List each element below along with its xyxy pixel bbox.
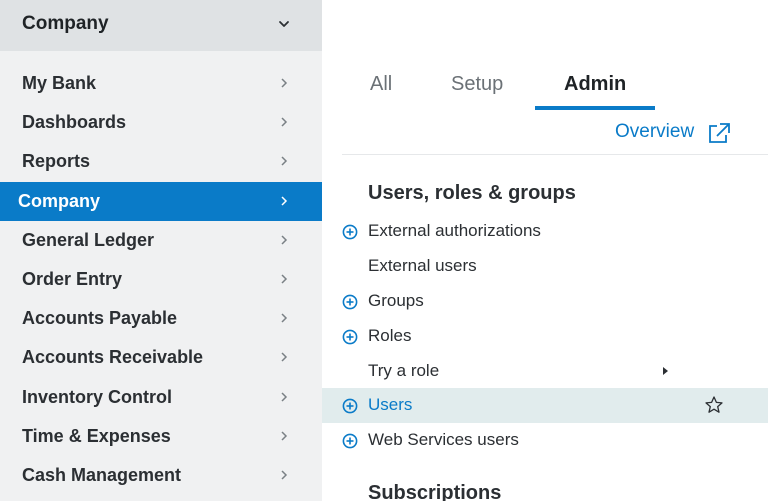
chevron-down-icon [279, 21, 289, 27]
sidebar-item-company[interactable]: Company [0, 182, 322, 221]
sidebar: Company My Bank Dashboards Reports Compa… [0, 0, 322, 501]
sidebar-item-label: Accounts Payable [22, 308, 178, 328]
sidebar-item-label: Cash Management [22, 465, 182, 485]
sidebar-item-label: My Bank [22, 73, 97, 93]
menu-item-label: Users [368, 395, 413, 414]
sidebar-item-my-bank[interactable]: My Bank [0, 64, 322, 103]
sidebar-item-cash-management[interactable]: Cash Management [0, 456, 322, 495]
chevron-right-icon [281, 274, 288, 284]
sidebar-item-inventory-control[interactable]: Inventory Control [0, 378, 322, 417]
plus-circle-icon[interactable] [342, 294, 358, 310]
menu-item-roles[interactable]: Roles [322, 319, 768, 354]
menu-item-label: Groups [368, 291, 424, 310]
plus-circle-icon[interactable] [342, 329, 358, 345]
menu-item-label: Roles [368, 326, 412, 345]
chevron-right-icon [281, 470, 288, 480]
divider [342, 154, 768, 155]
sidebar-item-accounts-payable[interactable]: Accounts Payable [0, 299, 322, 338]
plus-circle-icon[interactable] [342, 224, 358, 240]
chevron-right-icon [281, 431, 288, 441]
menu-item-label: External users [368, 256, 477, 275]
sidebar-item-dashboards[interactable]: Dashboards [0, 103, 322, 142]
plus-circle-icon[interactable] [342, 433, 358, 449]
chevron-right-icon [281, 392, 288, 402]
sidebar-item-accounts-receivable[interactable]: Accounts Receivable [0, 338, 322, 377]
sidebar-item-general-ledger[interactable]: General Ledger [0, 221, 322, 260]
chevron-right-icon [281, 156, 288, 166]
sidebar-item-reports[interactable]: Reports [0, 142, 322, 181]
tab-setup[interactable]: Setup [451, 73, 503, 96]
caret-right-icon [663, 367, 668, 375]
menu-item-external-users[interactable]: External users [322, 249, 768, 284]
sidebar-header-title: Company [22, 13, 109, 34]
chevron-right-icon [281, 235, 288, 245]
chevron-right-icon [281, 352, 288, 362]
tab-all[interactable]: All [370, 73, 392, 96]
sidebar-item-label: Company [18, 191, 101, 211]
menu-item-label: Web Services users [368, 430, 519, 449]
sidebar-item-label: Accounts Receivable [22, 347, 204, 367]
chevron-right-icon [281, 78, 288, 88]
menu-item-label: Try a role [368, 361, 440, 380]
sidebar-item-label: Reports [22, 151, 91, 171]
sidebar-item-label: General Ledger [22, 230, 155, 250]
section-title-subscriptions: Subscriptions [368, 482, 502, 501]
menu-item-groups[interactable]: Groups [322, 284, 768, 319]
sidebar-header[interactable]: Company [0, 0, 322, 51]
tab-admin[interactable]: Admin [564, 73, 626, 96]
overview-link[interactable]: Overview [615, 121, 694, 143]
section-title-users-roles-groups: Users, roles & groups [368, 182, 576, 204]
star-icon[interactable] [704, 395, 724, 415]
chevron-right-icon [281, 117, 288, 127]
chevron-right-icon [281, 313, 288, 323]
sidebar-item-order-entry[interactable]: Order Entry [0, 260, 322, 299]
menu-item-external-authorizations[interactable]: External authorizations [322, 214, 768, 249]
sidebar-item-label: Inventory Control [22, 387, 173, 407]
sidebar-item-label: Order Entry [22, 269, 123, 289]
sidebar-item-label: Dashboards [22, 112, 127, 132]
menu-item-label: External authorizations [368, 221, 541, 240]
menu-item-web-services-users[interactable]: Web Services users [322, 423, 768, 458]
menu-item-try-a-role[interactable]: Try a role [322, 354, 768, 389]
active-tab-indicator [535, 106, 655, 110]
external-link-icon[interactable] [707, 122, 731, 144]
plus-circle-icon[interactable] [342, 398, 358, 414]
sidebar-item-label: Time & Expenses [22, 426, 171, 446]
menu-item-users[interactable]: Users [322, 388, 768, 423]
sidebar-item-time-expenses[interactable]: Time & Expenses [0, 417, 322, 456]
chevron-right-icon [281, 196, 288, 206]
